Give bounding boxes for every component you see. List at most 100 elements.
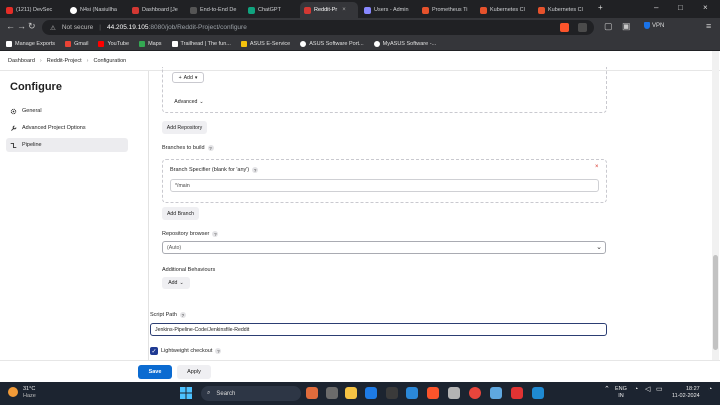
- breadcrumb-dashboard[interactable]: Dashboard: [8, 58, 35, 64]
- divider: [149, 299, 161, 300]
- add-behaviour-button[interactable]: Add ⌄: [162, 277, 190, 289]
- back-icon[interactable]: ←: [6, 21, 15, 31]
- trailhead-icon: [171, 40, 178, 47]
- bookmark-item[interactable]: Trailhead | The fun...: [171, 40, 231, 47]
- vscode-icon[interactable]: [532, 387, 544, 399]
- browser-tab-active[interactable]: Reddit-Pr ×: [300, 2, 358, 18]
- address-bar[interactable]: ⚠ Not secure | 44.205.19.105 :8080/job/R…: [42, 20, 594, 35]
- maximize-icon[interactable]: □: [678, 3, 683, 12]
- globe-icon: [300, 40, 307, 47]
- script-path-input[interactable]: Jenkins-Pipeline-Code/Jenkinsfile-Reddit: [150, 323, 607, 336]
- store-icon[interactable]: [406, 387, 418, 399]
- app-icon[interactable]: [490, 387, 502, 399]
- breadcrumb-project[interactable]: Reddit-Project: [47, 58, 82, 64]
- windows-start-icon[interactable]: [180, 387, 192, 399]
- help-icon[interactable]: ?: [212, 231, 219, 237]
- browser-tab[interactable]: N4si (Nasiullha: [66, 2, 128, 18]
- branches-label: Branches to build?: [162, 145, 214, 151]
- reload-icon[interactable]: ↻: [28, 21, 36, 32]
- bookmark-item[interactable]: Manage Exports: [6, 40, 55, 47]
- terminal-icon[interactable]: [386, 387, 398, 399]
- scrollbar-thumb[interactable]: [713, 255, 718, 350]
- language-indicator[interactable]: ENG IN: [615, 386, 627, 400]
- browser-tab[interactable]: Users - Admin: [360, 2, 418, 18]
- weather-widget[interactable]: 31°C Haze: [23, 386, 36, 400]
- bookmark-item[interactable]: ASUS E-Service: [240, 40, 290, 47]
- branch-specifier-input[interactable]: */main: [170, 179, 599, 192]
- lightweight-checkout: ✓ Lightweight checkout?: [150, 347, 222, 355]
- browser-tab[interactable]: End-to-End De: [186, 2, 244, 18]
- rewards-icon[interactable]: [578, 23, 587, 32]
- sidebar-item-general[interactable]: General: [6, 104, 128, 118]
- clock[interactable]: 18:27 11-02-2024: [672, 386, 700, 400]
- help-icon[interactable]: ?: [215, 348, 222, 354]
- breadcrumb-configuration[interactable]: Configuration: [93, 58, 126, 64]
- forward-icon[interactable]: →: [17, 21, 26, 31]
- vpn-button[interactable]: VPN: [644, 22, 664, 29]
- browser-tab[interactable]: ChatGPT: [244, 2, 300, 18]
- brave-shield-icon[interactable]: [560, 23, 569, 32]
- close-icon[interactable]: ×: [595, 164, 599, 170]
- repository-box: [162, 67, 607, 113]
- search-icon: ⌕: [207, 390, 211, 396]
- new-tab-button[interactable]: +: [598, 3, 603, 12]
- app-icon[interactable]: [511, 387, 523, 399]
- sidebar-item-advanced-project-options[interactable]: Advanced Project Options: [6, 121, 128, 135]
- notifications-icon[interactable]: ◔: [708, 386, 712, 393]
- add-credentials-button[interactable]: + Add ▾: [172, 72, 204, 83]
- copilot-icon[interactable]: [306, 387, 318, 399]
- battery-icon[interactable]: ▭: [656, 386, 663, 393]
- browser-tab-strip: (1211) DevSec N4si (Nasiullha Dashboard …: [0, 0, 720, 18]
- tray-overflow-icon[interactable]: ⌃: [604, 386, 610, 393]
- task-view-icon[interactable]: [326, 387, 338, 399]
- help-icon[interactable]: ?: [252, 167, 259, 173]
- volume-icon[interactable]: ◁: [645, 386, 650, 393]
- url-divider: |: [99, 24, 101, 31]
- repo-browser-label: Repository browser?: [162, 231, 219, 237]
- taskbar-search[interactable]: ⌕ Search: [201, 386, 301, 401]
- add-repository-button[interactable]: Add Repository: [162, 121, 207, 134]
- bookmark-item[interactable]: MyASUS Software -...: [373, 40, 436, 47]
- apply-button[interactable]: Apply: [177, 365, 211, 379]
- browser-tab[interactable]: Kubernetes Cl: [534, 2, 592, 18]
- chrome-icon[interactable]: [469, 387, 481, 399]
- bookmark-item[interactable]: ASUS Software Port...: [300, 40, 364, 47]
- browser-tab[interactable]: Kubernetes Cl: [476, 2, 534, 18]
- chevron-down-icon: ⌄: [596, 244, 602, 251]
- checkbox[interactable]: ✓: [150, 347, 158, 355]
- help-icon[interactable]: ?: [179, 312, 186, 318]
- brave-icon[interactable]: [427, 387, 439, 399]
- close-tab-icon[interactable]: ×: [342, 7, 346, 13]
- breadcrumb-separator: ›: [86, 57, 89, 64]
- wallet-icon[interactable]: ▣: [622, 21, 631, 32]
- browser-tab[interactable]: Dashboard [Je: [128, 2, 186, 18]
- sidebar-toggle-icon[interactable]: ▢: [604, 21, 613, 32]
- help-icon[interactable]: ?: [207, 145, 214, 151]
- bookmark-item[interactable]: YouTube: [98, 40, 129, 47]
- advanced-button[interactable]: Advanced ⌄: [170, 96, 208, 107]
- bookmarks-bar: Manage Exports Gmail YouTube Maps Trailh…: [0, 37, 720, 51]
- chevron-down-icon: ⌄: [199, 98, 204, 105]
- bookmark-item[interactable]: Gmail: [65, 40, 88, 47]
- close-window-icon[interactable]: ×: [703, 3, 708, 12]
- tab-favicon-icon: [422, 6, 429, 14]
- wifi-icon[interactable]: ◔: [634, 386, 638, 393]
- menu-icon[interactable]: ≡: [706, 21, 711, 31]
- tab-favicon-icon: [480, 6, 487, 14]
- edge-icon[interactable]: [365, 387, 377, 399]
- save-button[interactable]: Save: [138, 365, 172, 379]
- browser-tab[interactable]: Prometheus Ti: [418, 2, 476, 18]
- sidebar-item-pipeline[interactable]: Pipeline: [6, 138, 128, 152]
- minimize-icon[interactable]: –: [654, 3, 658, 12]
- chevron-down-icon: ▾: [194, 74, 198, 81]
- bookmark-item[interactable]: Maps: [139, 40, 162, 47]
- file-explorer-icon[interactable]: [345, 387, 357, 399]
- repo-browser-select[interactable]: (Auto) ⌄: [162, 241, 606, 254]
- app-icon[interactable]: [448, 387, 460, 399]
- browser-tab[interactable]: (1211) DevSec: [2, 2, 64, 18]
- taskbar: 31°C Haze ⌕ Search ⌃ ENG IN ◔ ◁ ▭ 18:27 …: [0, 382, 720, 405]
- tab-favicon-icon: [70, 6, 77, 14]
- add-branch-button[interactable]: Add Branch: [162, 207, 199, 220]
- gmail-icon: [65, 40, 72, 47]
- additional-behaviours-label: Additional Behaviours: [162, 267, 216, 273]
